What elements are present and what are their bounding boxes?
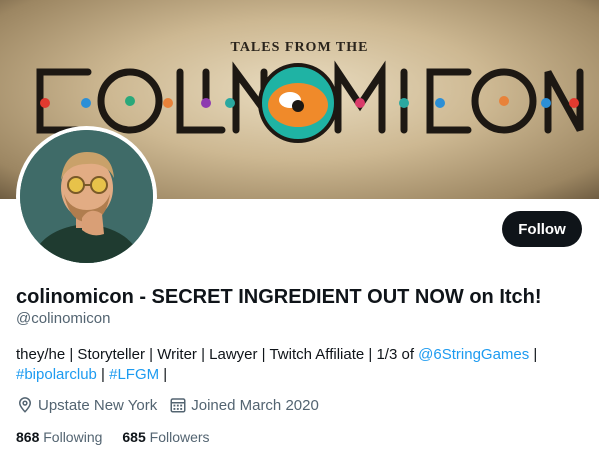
bio-link-bipolarclub[interactable]: #bipolarclub [16,366,97,383]
follow-button[interactable]: Follow [502,211,582,247]
profile-bio: they/he | Storyteller | Writer | Lawyer … [16,345,576,385]
bio-text: they/he | Storyteller | Writer | Lawyer … [16,346,419,363]
profile-joined: Joined March 2020 [169,396,319,414]
joined-text: Joined March 2020 [191,396,319,414]
avatar-image [20,130,153,263]
following-label: Following [43,429,103,445]
profile-stats: 868 Following 685 Followers [16,429,230,445]
following-count: 868 [16,429,40,445]
bio-link-6stringgames[interactable]: @6StringGames [418,346,529,363]
location-text: Upstate New York [38,396,158,414]
following-link[interactable]: 868 Following [16,429,102,445]
profile-handle: @colinomicon [16,310,111,327]
bio-link-lfgm[interactable]: #LFGM [109,366,159,383]
profile-avatar[interactable] [16,126,157,267]
map-pin-icon [16,396,34,414]
profile-meta: Upstate New York Joined March 2020 [16,396,331,414]
banner-kicker-text: TALES FROM THE [230,40,369,55]
calendar-icon [169,396,187,414]
bio-separator: | [529,346,538,363]
bio-separator: | [159,366,168,383]
profile-location: Upstate New York [16,396,157,414]
followers-label: Followers [149,429,210,445]
followers-link[interactable]: 685 Followers [122,429,209,445]
bio-separator: | [96,366,110,383]
profile-display-name: colinomicon - SECRET INGREDIENT OUT NOW … [16,286,542,308]
followers-count: 685 [122,429,146,445]
